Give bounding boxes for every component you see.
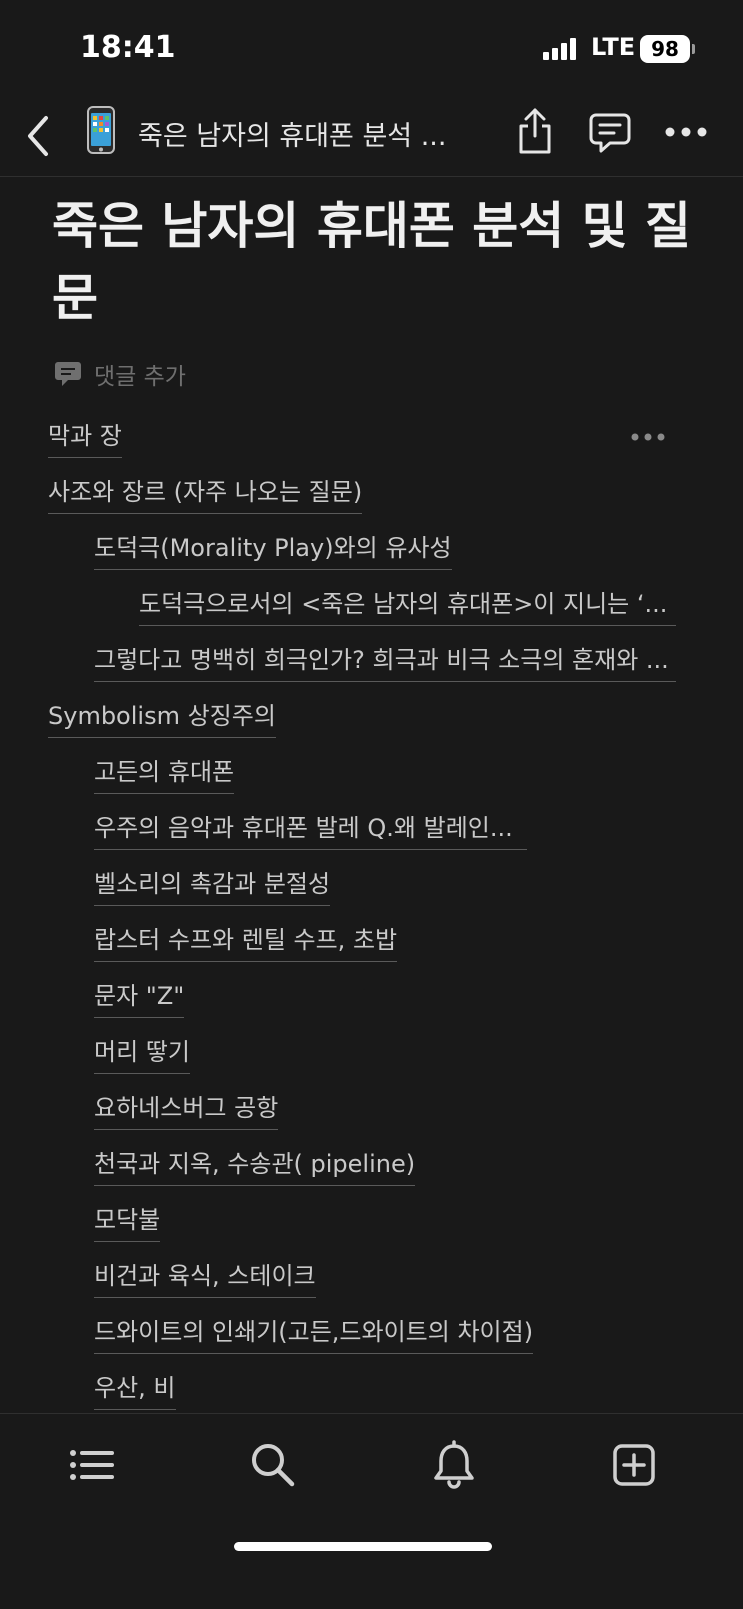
toc-item[interactable]: 랍스터 수프와 렌틸 수프, 초밥 — [94, 923, 398, 962]
home-indicator — [234, 1542, 492, 1551]
tab-notifications[interactable] — [429, 1440, 479, 1490]
toc-item[interactable]: 벨소리의 촉감과 분절성 — [94, 867, 331, 906]
toc-item[interactable]: 막과 장 — [48, 419, 122, 458]
more-options-button[interactable] — [664, 124, 708, 140]
toc-item[interactable]: 요하네스버그 공항 — [94, 1091, 279, 1130]
comment-icon — [55, 362, 81, 386]
share-icon — [519, 108, 551, 154]
ellipsis-icon — [665, 127, 707, 137]
header-title[interactable]: 죽은 남자의 휴대폰 분석 ... — [138, 114, 446, 153]
toc-item[interactable]: 문자 "Z" — [94, 979, 185, 1018]
toc-item[interactable]: Symbolism 상징주의 — [48, 699, 276, 738]
comments-button[interactable] — [588, 112, 632, 154]
tab-new-page[interactable] — [609, 1440, 659, 1490]
toc-item[interactable]: 우산, 비 — [94, 1371, 176, 1410]
back-button[interactable] — [18, 110, 62, 162]
nav-header: 죽은 남자의 휴대폰 분석 ... — [0, 96, 743, 177]
add-comment-label: 댓글 추가 — [94, 364, 186, 390]
bottom-tab-bar — [0, 1413, 743, 1609]
tab-search[interactable] — [248, 1440, 298, 1490]
search-icon — [252, 1444, 295, 1487]
toc-item[interactable]: 머리 땋기 — [94, 1035, 190, 1074]
mobile-phone-icon — [86, 106, 116, 154]
tab-home[interactable] — [68, 1440, 118, 1490]
battery-icon: 98 — [640, 35, 690, 63]
toc-more-button[interactable] — [630, 428, 666, 441]
toc-item[interactable]: 비건과 육식, 스테이크 — [94, 1259, 316, 1298]
plus-square-icon — [613, 1444, 655, 1486]
chevron-left-icon — [28, 116, 48, 156]
toc-item[interactable]: 천국과 지옥, 수송관( pipeline) — [94, 1147, 416, 1186]
network-type: LTE — [591, 33, 636, 61]
toc-item[interactable]: 도덕극으로서의 <죽은 남자의 휴대폰>이 지니는 ‘... — [139, 587, 676, 626]
toc-item[interactable]: 모닥불 — [94, 1203, 161, 1242]
toc-item[interactable]: 그렇다고 명백히 희극인가? 희극과 비극 소극의 혼재와 ... — [94, 643, 676, 682]
toc-item[interactable]: 도덕극(Morality Play)와의 유사성 — [94, 531, 452, 570]
list-icon — [70, 1450, 114, 1480]
page-title[interactable]: 죽은 남자의 휴대폰 분석 및 질문 — [52, 190, 702, 334]
battery-tip — [692, 44, 695, 54]
status-bar: 18:41 LTE 98 — [0, 0, 743, 90]
toc-item[interactable]: 우주의 음악과 휴대폰 발레 Q.왜 발레인... — [94, 811, 527, 850]
comment-icon — [589, 113, 631, 153]
ellipsis-icon — [631, 433, 665, 441]
toc-item[interactable]: 사조와 장르 (자주 나오는 질문) — [48, 475, 363, 514]
bell-icon — [434, 1440, 474, 1489]
cellular-signal-icon — [543, 38, 577, 60]
add-comment-button[interactable]: 댓글 추가 — [54, 358, 186, 390]
toc-item[interactable]: 고든의 휴대폰 — [94, 755, 235, 794]
toc-item[interactable]: 드와이트의 인쇄기(고든,드와이트의 차이점) — [94, 1315, 534, 1354]
status-time: 18:41 — [80, 30, 176, 65]
share-button[interactable] — [515, 106, 555, 156]
